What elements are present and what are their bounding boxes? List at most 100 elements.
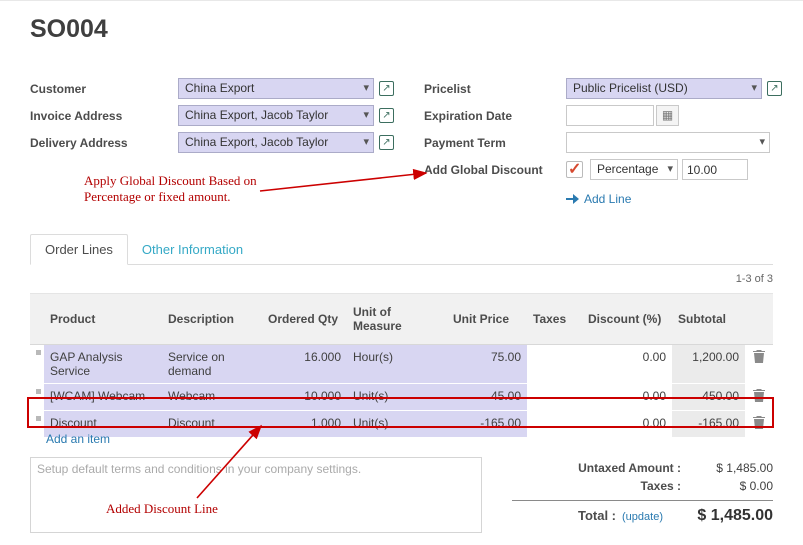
total-value: $ 1,485.00	[663, 507, 773, 525]
order-lines-table: Product Description Ordered Qty Unit of …	[30, 293, 773, 438]
col-product: Product	[44, 294, 162, 345]
total-label: Total :	[578, 508, 616, 523]
tab-order-lines[interactable]: Order Lines	[30, 234, 128, 265]
col-unit-of-measure: Unit of Measure	[347, 294, 447, 345]
invoice-address-select[interactable]: China Export, Jacob Taylor	[178, 105, 374, 126]
delete-row-cell	[745, 384, 773, 411]
global-discount-checkbox[interactable]	[566, 161, 583, 178]
cell-unit-price: 45.00	[447, 384, 527, 411]
calendar-icon[interactable]: ▦	[656, 105, 679, 126]
pricelist-label: Pricelist	[424, 82, 566, 96]
annotation-added-discount-line: Added Discount Line	[106, 501, 218, 517]
expiration-date-input[interactable]	[566, 105, 654, 126]
delivery-address-select[interactable]: China Export, Jacob Taylor	[178, 132, 374, 153]
field-delivery-address: Delivery Address China Export, Jacob Tay…	[30, 129, 394, 156]
order-line-row[interactable]: [WCAM] Webcam Webcam 10.000 Unit(s) 45.0…	[30, 384, 773, 411]
cell-taxes	[527, 384, 582, 411]
pager: 1-3 of 3	[30, 273, 773, 285]
cell-subtotal: 450.00	[672, 384, 745, 411]
col-delete	[745, 294, 773, 345]
external-link-icon[interactable]: ↗	[379, 108, 394, 123]
cell-ordered-qty: 10.000	[262, 384, 347, 411]
drag-handle[interactable]	[30, 384, 44, 411]
cell-ordered-qty: 1.000	[262, 411, 347, 438]
col-subtotal: Subtotal	[672, 294, 745, 345]
cell-description: Discount	[162, 411, 262, 438]
cell-unit-price: -165.00	[447, 411, 527, 438]
cell-description: Service on demand	[162, 345, 262, 384]
field-customer: Customer China Export ↗	[30, 75, 394, 102]
cell-discount: 0.00	[582, 384, 672, 411]
taxes-row: Taxes : $ 0.00	[512, 477, 773, 495]
global-discount-label: Add Global Discount	[424, 163, 566, 177]
delete-row-cell	[745, 411, 773, 438]
drag-handle[interactable]	[30, 411, 44, 438]
arrow-right-icon	[566, 194, 579, 204]
discount-amount-input[interactable]	[682, 159, 748, 180]
col-description: Description	[162, 294, 262, 345]
cell-unit-of-measure: Hour(s)	[347, 345, 447, 384]
customer-label: Customer	[30, 82, 178, 96]
delivery-address-value: China Export, Jacob Taylor	[185, 135, 328, 149]
col-unit-price: Unit Price	[447, 294, 527, 345]
cell-subtotal: 1,200.00	[672, 345, 745, 384]
cell-discount: 0.00	[582, 411, 672, 438]
field-expiration-date: Expiration Date ▦	[424, 102, 782, 129]
pricelist-value: Public Pricelist (USD)	[573, 81, 688, 95]
cell-taxes	[527, 411, 582, 438]
handle-header	[30, 294, 44, 345]
col-taxes: Taxes	[527, 294, 582, 345]
totals-panel: Untaxed Amount : $ 1,485.00 Taxes : $ 0.…	[512, 459, 773, 527]
pricelist-select[interactable]: Public Pricelist (USD)	[566, 78, 762, 99]
tab-other-information[interactable]: Other Information	[128, 235, 257, 264]
cell-unit-price: 75.00	[447, 345, 527, 384]
cell-discount: 0.00	[582, 345, 672, 384]
delivery-address-label: Delivery Address	[30, 136, 178, 150]
payment-term-label: Payment Term	[424, 136, 566, 150]
taxes-label: Taxes :	[641, 479, 681, 493]
order-line-row[interactable]: GAP Analysis Service Service on demand 1…	[30, 345, 773, 384]
discount-type-select[interactable]: Percentage	[590, 159, 678, 180]
delete-row-cell	[745, 345, 773, 384]
cell-ordered-qty: 16.000	[262, 345, 347, 384]
total-row: Total : (update) $ 1,485.00	[512, 505, 773, 527]
trash-icon[interactable]	[753, 389, 765, 402]
terms-conditions-textarea[interactable]	[30, 457, 482, 533]
add-an-item-link[interactable]: Add an item	[46, 432, 110, 446]
discount-type-value: Percentage	[597, 162, 658, 176]
field-invoice-address: Invoice Address China Export, Jacob Tayl…	[30, 102, 394, 129]
form-left-column: Customer China Export ↗ Invoice Address …	[30, 75, 394, 156]
cell-taxes	[527, 345, 582, 384]
field-payment-term: Payment Term	[424, 129, 782, 156]
order-line-row-discount[interactable]: Discount Discount 1.000 Unit(s) -165.00 …	[30, 411, 773, 438]
cell-unit-of-measure: Unit(s)	[347, 411, 447, 438]
cell-subtotal: -165.00	[672, 411, 745, 438]
annotation-line-2: Percentage or fixed amount.	[84, 189, 257, 205]
table-header-row: Product Description Ordered Qty Unit of …	[30, 294, 773, 345]
notebook-tabs: Order Lines Other Information	[30, 235, 773, 265]
totals-separator	[512, 500, 773, 501]
cell-product: GAP Analysis Service	[44, 345, 162, 384]
page-title: SO004	[30, 15, 108, 44]
field-pricelist: Pricelist Public Pricelist (USD) ↗	[424, 75, 782, 102]
update-total-link[interactable]: (update)	[622, 511, 663, 523]
taxes-value: $ 0.00	[681, 479, 773, 493]
add-line-button[interactable]: Add Line	[566, 187, 782, 211]
external-link-icon[interactable]: ↗	[379, 135, 394, 150]
external-link-icon[interactable]: ↗	[379, 81, 394, 96]
external-link-icon[interactable]: ↗	[767, 81, 782, 96]
col-ordered-qty: Ordered Qty	[262, 294, 347, 345]
invoice-address-label: Invoice Address	[30, 109, 178, 123]
customer-value: China Export	[185, 81, 254, 95]
drag-handle[interactable]	[30, 345, 44, 384]
annotation-global-discount: Apply Global Discount Based on Percentag…	[84, 173, 257, 205]
customer-select[interactable]: China Export	[178, 78, 374, 99]
payment-term-select[interactable]	[566, 132, 770, 153]
trash-icon[interactable]	[753, 350, 765, 363]
untaxed-amount-row: Untaxed Amount : $ 1,485.00	[512, 459, 773, 477]
cell-unit-of-measure: Unit(s)	[347, 384, 447, 411]
trash-icon[interactable]	[753, 416, 765, 429]
form-right-column: Pricelist Public Pricelist (USD) ↗ Expir…	[424, 75, 782, 211]
cell-product: [WCAM] Webcam	[44, 384, 162, 411]
sale-order-form: SO004 Customer China Export ↗ Invoice Ad…	[0, 0, 803, 545]
